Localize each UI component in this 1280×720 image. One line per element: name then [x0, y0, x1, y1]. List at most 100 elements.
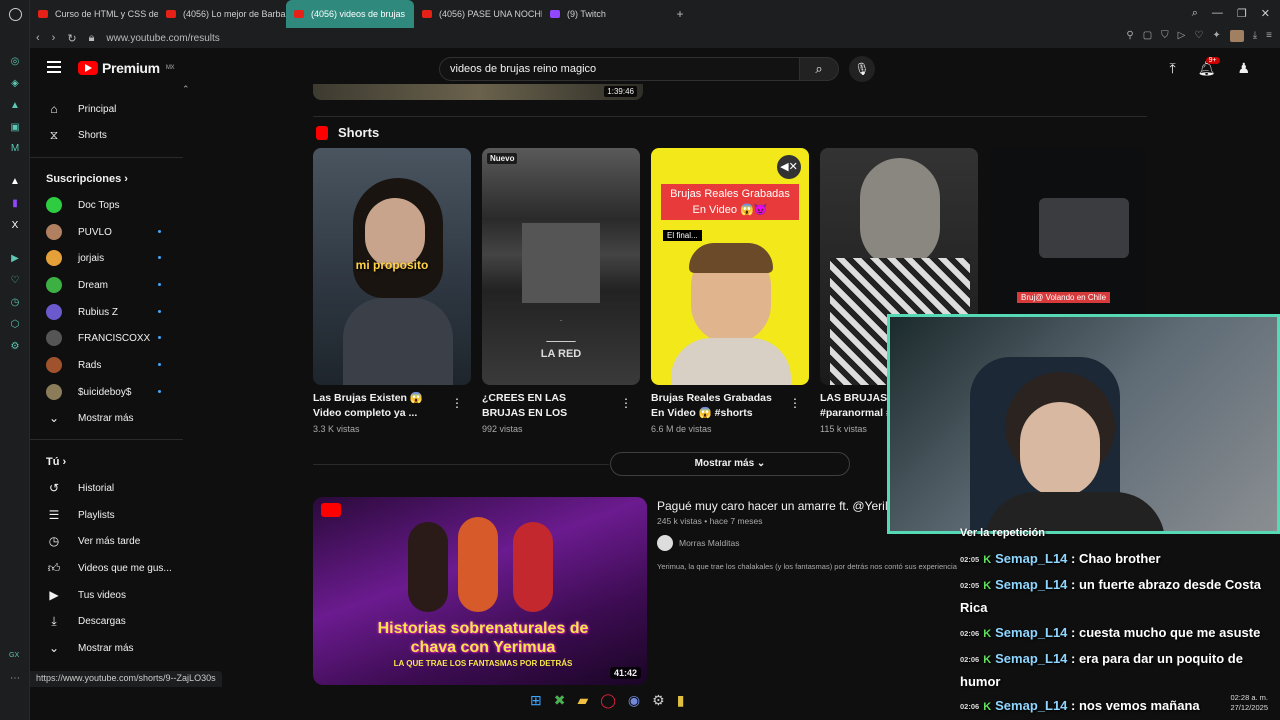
m-icon[interactable]: M	[9, 143, 21, 155]
short-card[interactable]: Nuevo LA RED ¿CREES EN LAS BRUJAS EN LOS…	[482, 148, 640, 434]
heart-icon[interactable]: ♡	[1194, 30, 1203, 42]
sidebar-item-sub[interactable]: FRANCISCOXX	[46, 327, 196, 349]
mute-icon[interactable]: ◀✕	[777, 155, 801, 179]
sidebar-item-playlists[interactable]: ☰ Playlists	[46, 504, 196, 526]
more-options-icon[interactable]: ⋮	[620, 396, 632, 410]
chevron-up-icon[interactable]: ⌃	[182, 84, 190, 95]
more-icon[interactable]: ⋯	[9, 673, 21, 685]
aria-icon[interactable]: ▲	[9, 176, 21, 188]
video-title[interactable]: Pagué muy caro hacer un amarre ft. @Yeri…	[657, 499, 889, 513]
heart-icon[interactable]: ♡	[9, 275, 21, 287]
tab-2-active[interactable]: (4056) videos de brujas	[286, 0, 414, 28]
avatar[interactable]: ♟	[1237, 60, 1250, 77]
windows-start-icon[interactable]: ⊞	[530, 692, 542, 709]
short-thumbnail[interactable]: Nuevo LA RED	[482, 148, 640, 385]
subscriptions-heading[interactable]: Suscripciones ›	[46, 173, 128, 185]
x-icon[interactable]: X	[9, 220, 21, 232]
shorts-show-more-button[interactable]: Mostrar más ⌄	[610, 452, 850, 476]
history-icon: ↺	[48, 481, 60, 495]
previous-video-thumbnail[interactable]: 1:39:46	[313, 84, 643, 100]
sidebar-item-sub[interactable]: Doc Tops	[46, 194, 196, 216]
menu-icon[interactable]: ≡	[1266, 30, 1272, 42]
minimize-button[interactable]: —	[1212, 7, 1223, 20]
search-input[interactable]	[450, 63, 770, 75]
search-tabs-icon[interactable]: ⌕	[1192, 7, 1198, 20]
create-upload-icon[interactable]: ⤒	[1169, 60, 1175, 77]
xbox-icon[interactable]: ✖	[554, 692, 566, 709]
sidebar-item-liked[interactable]: 👍︎ Videos que me gus...	[46, 557, 196, 579]
short-thumbnail[interactable]: ◀✕ Brujas Reales Grabadas En Video 😱😈 El…	[651, 148, 809, 385]
restore-button[interactable]: ❐	[1237, 7, 1247, 20]
opera-gx-icon[interactable]: ◯	[600, 692, 616, 709]
voice-search-icon[interactable]: 🎙︎	[849, 56, 875, 82]
close-button[interactable]: ✕	[1261, 7, 1270, 20]
extension-icon[interactable]: ▣	[9, 122, 21, 134]
hamburger-menu-icon[interactable]	[47, 61, 61, 73]
shield-icon[interactable]: ⛉	[1161, 30, 1169, 42]
short-thumbnail[interactable]: mi proposito	[313, 148, 471, 385]
more-options-icon[interactable]: ⋮	[451, 396, 463, 410]
lab-icon[interactable]: ▲	[9, 100, 21, 112]
settings-icon[interactable]: ⚙	[9, 341, 21, 353]
download-icon[interactable]: ⤓	[1253, 30, 1257, 42]
new-content-dot	[158, 283, 161, 286]
tab-3[interactable]: (4056) PASE UNA NOCHE	[414, 0, 542, 28]
twitch-icon[interactable]: ▮	[9, 198, 21, 210]
opera-logo-icon[interactable]	[9, 8, 22, 21]
sidebar-item-watch-later[interactable]: ◷ Ver más tarde	[46, 530, 196, 552]
sidebar-item-sub[interactable]: Dream	[46, 274, 196, 296]
cube-icon[interactable]: ⬡	[9, 319, 21, 331]
sidebar-item-shorts[interactable]: ⧖ Shorts	[46, 124, 196, 146]
video-icon: ▶	[49, 588, 59, 602]
sidebar-item-sub[interactable]: Rads	[46, 354, 196, 376]
tab-1[interactable]: (4056) Lo mejor de Barba	[158, 0, 286, 28]
player-icon[interactable]: ▶	[9, 253, 21, 265]
sidebar-item-sub[interactable]: $uicideboy$	[46, 381, 196, 403]
short-title[interactable]: ¿CREES EN LAS BRUJAS EN LOS BOSQUES ...	[482, 391, 612, 421]
sidebar-item-principal[interactable]: ⌂ Principal	[46, 98, 196, 120]
steam-icon[interactable]: ⚙	[652, 692, 665, 709]
sidebar-item-sub[interactable]: jorjais	[46, 247, 196, 269]
video-thumbnail[interactable]: Historias sobrenaturales de chava con Ye…	[313, 497, 647, 685]
puzzle-icon[interactable]: ✦	[1212, 30, 1220, 42]
more-options-icon[interactable]: ⋮	[789, 396, 801, 410]
file-explorer-icon[interactable]: ▰	[577, 692, 588, 709]
profile-icon[interactable]	[1229, 30, 1244, 42]
snapshot-icon[interactable]: ▢	[1143, 30, 1152, 42]
gaming-icon[interactable]: ◎	[9, 56, 21, 68]
tab-title: (9) Twitch	[567, 9, 606, 19]
youtube-logo[interactable]: Premium MX	[78, 60, 175, 76]
short-title[interactable]: Brujas Reales Grabadas En Video 😱 #short…	[651, 391, 781, 421]
twitch-sidebar-icon[interactable]: ◈	[9, 78, 21, 90]
system-clock[interactable]: 02:28 a. m. 27/12/2025	[1230, 693, 1268, 713]
sidebar-item-your-videos[interactable]: ▶ Tus videos	[46, 584, 196, 606]
play-icon[interactable]: ▷	[1178, 30, 1186, 42]
discord-icon[interactable]: ◉	[628, 692, 640, 709]
url-field[interactable]: www.youtube.com/results	[106, 33, 219, 44]
sidebar-item-historial[interactable]: ↺ Historial	[46, 477, 196, 499]
short-title[interactable]: Las Brujas Existen 😱 Video completo ya .…	[313, 391, 443, 421]
new-tab-button[interactable]: +	[670, 7, 690, 21]
short-card[interactable]: mi proposito Las Brujas Existen 😱 Video …	[313, 148, 471, 434]
sidebar-item-sub[interactable]: Rubius Z	[46, 301, 196, 323]
you-heading[interactable]: Tú ›	[46, 456, 66, 468]
sidebar-item-downloads[interactable]: ⤓ Descargas	[46, 610, 196, 632]
video-channel[interactable]: Morras Malditas	[657, 535, 739, 551]
pin-icon[interactable]: ⚲	[1126, 30, 1133, 42]
heading-label: Suscripciones	[46, 173, 122, 185]
back-icon[interactable]: ‹	[36, 32, 40, 45]
sidebar-item-sub[interactable]: PUVLO	[46, 221, 196, 243]
sidebar-item-label: Rads	[78, 359, 102, 371]
search-button[interactable]: ⌕	[799, 57, 839, 81]
app-icon[interactable]: ▮	[677, 692, 685, 709]
subs-show-more[interactable]: ⌄ Mostrar más	[46, 407, 196, 429]
history-icon[interactable]: ◷	[9, 297, 21, 309]
clock-time: 02:28 a. m.	[1230, 693, 1268, 702]
notifications-icon[interactable]: 🔔︎ 9+	[1198, 57, 1220, 77]
tab-4[interactable]: (9) Twitch	[542, 0, 670, 28]
you-show-more[interactable]: ⌄ Mostrar más	[46, 637, 196, 659]
forward-icon[interactable]: ›	[52, 32, 56, 45]
short-card[interactable]: ◀✕ Brujas Reales Grabadas En Video 😱😈 El…	[651, 148, 809, 434]
tab-0[interactable]: Curso de HTML y CSS de	[30, 0, 158, 28]
reload-icon[interactable]: ↻	[67, 32, 76, 45]
